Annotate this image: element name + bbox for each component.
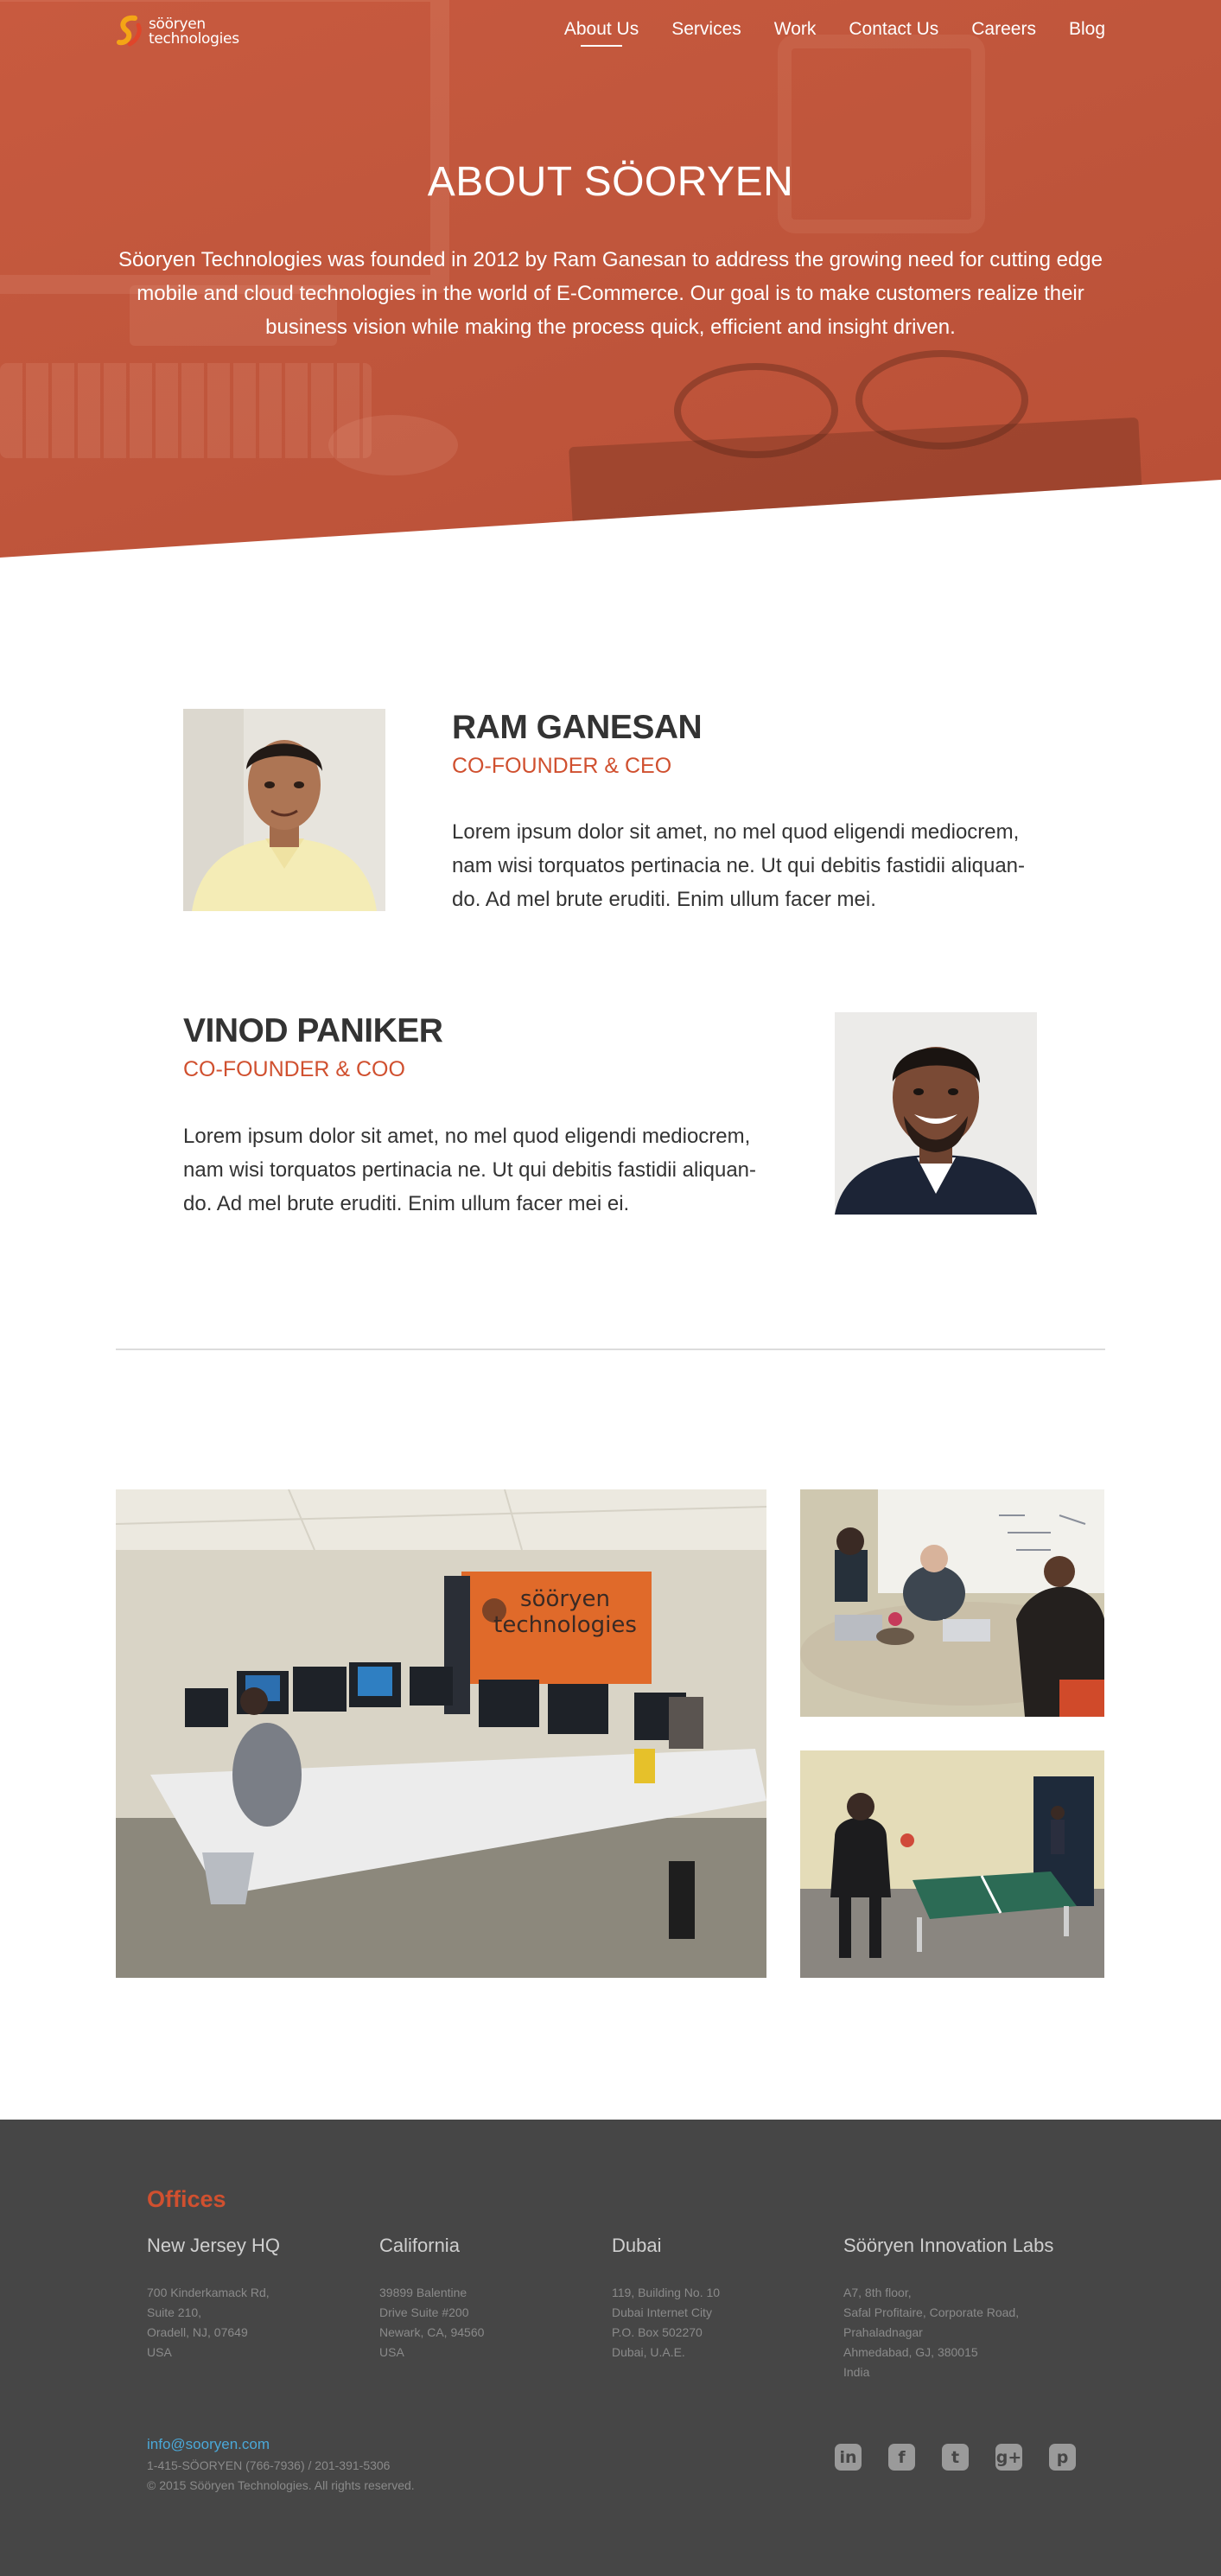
contact-phone: 1-415-SÖORYEN (766-7936) / 201-391-5306 — [147, 2458, 391, 2472]
wall-logo-line-1: sööryen — [520, 1586, 610, 1612]
nav-contact-us[interactable]: Contact Us — [849, 19, 938, 45]
glasses-lens-right — [855, 350, 1028, 450]
vinod-paniker-photo — [835, 1012, 1037, 1215]
logo-wordmark: sööryen technologies — [149, 17, 239, 47]
nav-about-us[interactable]: About Us — [564, 19, 639, 47]
member-bio-ram: Lorem ipsum dolor sit amet, no mel quod … — [452, 820, 1026, 911]
nav-work[interactable]: Work — [774, 19, 817, 45]
nav-blog[interactable]: Blog — [1069, 19, 1105, 45]
logo-line-2: technologies — [149, 30, 239, 48]
office-address-line: 39899 Balentine — [379, 2286, 467, 2299]
office-name: Dubai — [612, 2235, 662, 2256]
office-innovation-labs: Sööryen Innovation Labs A7, 8th floor, S… — [843, 2235, 1103, 2382]
section-divider — [116, 1349, 1105, 1350]
facebook-icon[interactable]: f — [888, 2444, 915, 2471]
page-title: ABOUT SÖORYEN — [427, 159, 794, 205]
nav-services[interactable]: Services — [671, 19, 741, 45]
office-workspace-photo: sööryen technologies — [116, 1489, 766, 1978]
office-dubai: Dubai 119, Building No. 10 Dubai Interne… — [612, 2235, 836, 2362]
office-address-line: Prahaladnagar — [843, 2325, 923, 2339]
pinterest-icon[interactable]: p — [1049, 2444, 1076, 2471]
office-address-line: Suite 210, — [147, 2305, 202, 2319]
hero-intro-text: Söoryen Technologies was founded in 2012… — [118, 248, 1103, 339]
office-address-line: Oradell, NJ, 07649 — [147, 2325, 248, 2339]
linkedin-icon[interactable]: in — [835, 2444, 862, 2471]
office-name: Sööryen Innovation Labs — [843, 2235, 1054, 2256]
notebook-illustration — [569, 417, 1142, 526]
mouse-illustration — [328, 415, 458, 475]
ping-pong-room-photo — [800, 1750, 1104, 1978]
member-bio-vinod: Lorem ipsum dolor sit amet, no mel quod … — [183, 1125, 757, 1215]
site-logo[interactable]: sööryen technologies — [116, 12, 263, 52]
twitter-icon[interactable]: t — [942, 2444, 969, 2471]
member-role-ram: CO-FOUNDER & CEO — [452, 754, 672, 778]
site-footer: Offices New Jersey HQ 700 Kinderkamack R… — [0, 2120, 1221, 2576]
office-new-jersey: New Jersey HQ 700 Kinderkamack Rd, Suite… — [147, 2235, 372, 2362]
office-california: California 39899 Balentine Drive Suite #… — [379, 2235, 604, 2362]
office-address-line: Dubai Internet City — [612, 2305, 712, 2319]
main-nav: About Us Services Work Contact Us Career… — [564, 19, 1105, 47]
office-address-line: 700 Kinderkamack Rd, — [147, 2286, 270, 2299]
office-name: California — [379, 2235, 460, 2256]
offices-heading: Offices — [147, 2186, 226, 2212]
wall-logo-line-2: technologies — [493, 1612, 637, 1638]
office-address-line: P.O. Box 502270 — [612, 2325, 703, 2339]
member-role-vinod: CO-FOUNDER & COO — [183, 1057, 405, 1081]
office-address-line: A7, 8th floor, — [843, 2286, 912, 2299]
office-name: New Jersey HQ — [147, 2235, 281, 2256]
member-name-vinod: VINOD PANIKER — [183, 1012, 443, 1049]
office-address-line: India — [843, 2365, 870, 2379]
keyboard-illustration — [0, 363, 372, 458]
office-address-line: 119, Building No. 10 — [612, 2286, 721, 2299]
ram-ganesan-photo — [183, 709, 385, 911]
contact-email-link[interactable]: info@sooryen.com — [147, 2436, 270, 2453]
social-links: in f t g+ p — [835, 2444, 1076, 2471]
glasses-lens-left — [674, 363, 838, 458]
office-address-line: USA — [147, 2345, 172, 2359]
meeting-room-photo — [800, 1489, 1104, 1717]
nav-careers[interactable]: Careers — [971, 19, 1036, 45]
office-address-line: Drive Suite #200 — [379, 2305, 469, 2319]
hero-banner: sööryen technologies About Us Services W… — [0, 0, 1221, 558]
logo-swirl-icon — [117, 15, 142, 47]
copyright-text: © 2015 Sööryen Technologies. All rights … — [147, 2478, 415, 2492]
office-address-line: USA — [379, 2345, 404, 2359]
office-address-line: Dubai, U.A.E. — [612, 2345, 685, 2359]
office-address-line: Ahmedabad, GJ, 380015 — [843, 2345, 978, 2359]
office-address-line: Safal Profitaire, Corporate Road, — [843, 2305, 1020, 2319]
member-name-ram: RAM GANESAN — [452, 709, 703, 746]
office-address-line: Newark, CA, 94560 — [379, 2325, 485, 2339]
google-plus-icon[interactable]: g+ — [995, 2444, 1022, 2471]
